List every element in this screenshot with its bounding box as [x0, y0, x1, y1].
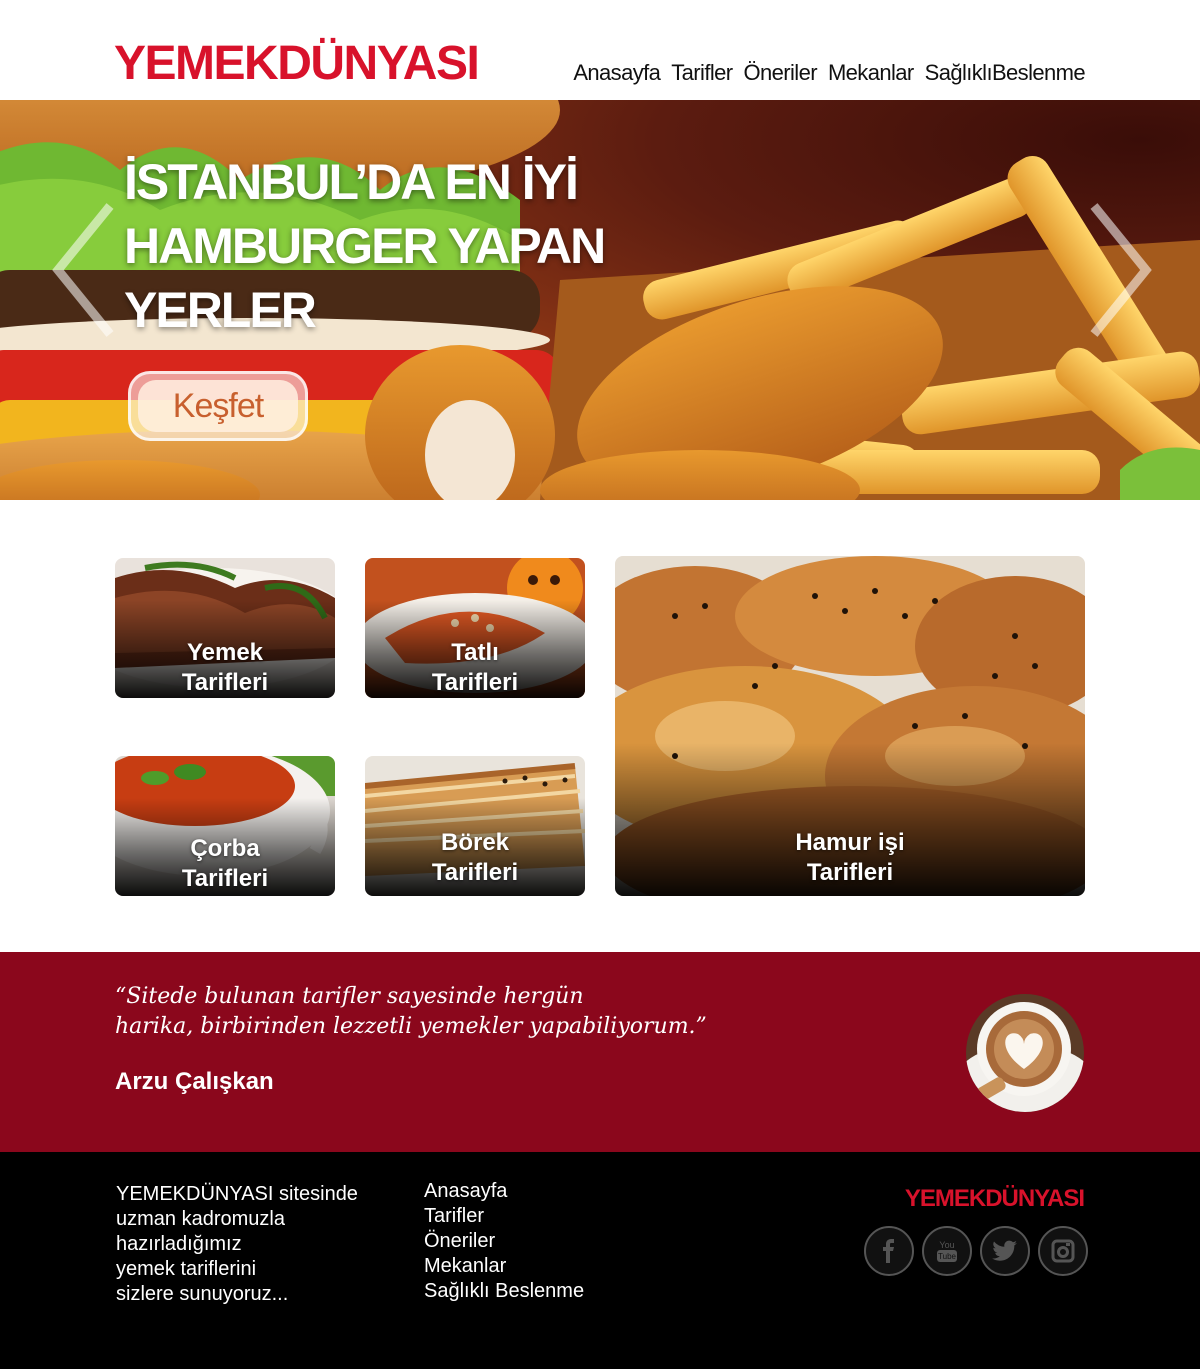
category-label-line2: Tarifleri [181, 865, 269, 892]
category-yemek-tarifleri[interactable]: Yemek Tarifleri [115, 558, 335, 698]
about-line: YEMEKDÜNYASI sitesinde [116, 1183, 358, 1205]
category-label-line1: Tatlı [451, 639, 499, 666]
category-label-line2: Tarifleri [806, 859, 894, 886]
hero-title: İSTANBUL’DA EN İYİ HAMBURGER YAPAN YERLE… [124, 150, 684, 342]
category-label-line1: Hamur işi [795, 829, 905, 856]
social-links: You Tube [864, 1226, 1088, 1276]
category-label: Börek Tarifleri [365, 828, 585, 888]
discover-button[interactable]: Keşfet [128, 371, 308, 441]
svg-text:Tube: Tube [938, 1252, 956, 1261]
svg-text:You: You [939, 1240, 954, 1250]
avatar [966, 994, 1084, 1112]
nav-anasayfa[interactable]: Anasayfa [573, 60, 661, 86]
about-line: sizlere sunuyoruz... [116, 1283, 289, 1305]
hero-title-line: YERLER [124, 282, 317, 338]
category-borek-tarifleri[interactable]: Börek Tarifleri [365, 756, 585, 896]
testimonial-section: “Sitede bulunan tarifler sayesinde hergü… [0, 952, 1200, 1152]
hero-title-line: İSTANBUL’DA EN İYİ [124, 154, 579, 210]
testimonial-quote: “Sitede bulunan tarifler sayesinde hergü… [115, 982, 707, 1042]
footer-logo[interactable]: YEMEKDÜNYASI [905, 1185, 1085, 1213]
chevron-left-icon[interactable] [48, 200, 118, 340]
category-hamur-isi-tarifleri[interactable]: Hamur işi Tarifleri [615, 556, 1085, 896]
category-label: Çorba Tarifleri [115, 834, 335, 894]
site-footer: YEMEKDÜNYASI sitesinde uzman kadromuzla … [0, 1152, 1200, 1369]
category-label-line1: Börek [440, 829, 510, 856]
footer-link-mekanlar[interactable]: Mekanlar [424, 1254, 584, 1279]
nav-oneriler[interactable]: Öneriler [743, 60, 817, 86]
site-logo[interactable]: YEMEKDÜNYASI [114, 36, 480, 92]
hero-title-line: HAMBURGER YAPAN [124, 218, 606, 274]
facebook-icon[interactable] [864, 1226, 914, 1276]
category-label: Tatlı Tarifleri [365, 638, 585, 698]
footer-link-oneriler[interactable]: Öneriler [424, 1229, 584, 1254]
category-label-line2: Tarifleri [181, 669, 269, 696]
category-tatli-tarifleri[interactable]: Tatlı Tarifleri [365, 558, 585, 698]
nav-saglikli-beslenme[interactable]: SağlıklıBeslenme [925, 60, 1086, 86]
nav-tarifler[interactable]: Tarifler [671, 60, 733, 86]
instagram-icon[interactable] [1038, 1226, 1088, 1276]
category-corba-tarifleri[interactable]: Çorba Tarifleri [115, 756, 335, 896]
nav-mekanlar[interactable]: Mekanlar [828, 60, 914, 86]
hero-slider: İSTANBUL’DA EN İYİ HAMBURGER YAPAN YERLE… [0, 100, 1200, 500]
footer-link-anasayfa[interactable]: Anasayfa [424, 1179, 584, 1204]
testimonial-author: Arzu Çalışkan [115, 1068, 274, 1095]
footer-about-text: YEMEKDÜNYASI sitesinde uzman kadromuzla … [116, 1182, 406, 1307]
category-label: Yemek Tarifleri [115, 638, 335, 698]
footer-links: Anasayfa Tarifler Öneriler Mekanlar Sağl… [424, 1179, 584, 1304]
quote-line: harika, birbirinden lezzetli yemekler ya… [115, 1014, 707, 1039]
category-label-line2: Tarifleri [431, 669, 519, 696]
twitter-icon[interactable] [980, 1226, 1030, 1276]
site-header: YEMEKDÜNYASI Anasayfa Tarifler Öneriler … [0, 0, 1200, 100]
category-label-line1: Çorba [190, 835, 260, 862]
category-label-line1: Yemek [186, 639, 264, 666]
about-line: yemek tariflerini [116, 1258, 257, 1280]
coffee-cup-image [966, 994, 1084, 1112]
category-label-line2: Tarifleri [431, 859, 519, 886]
category-label: Hamur işi Tarifleri [615, 828, 1085, 888]
main-nav: Anasayfa Tarifler Öneriler Mekanlar Sağl… [573, 60, 1085, 86]
quote-line: “Sitede bulunan tarifler sayesinde hergü… [115, 984, 584, 1009]
footer-link-saglikli-beslenme[interactable]: Sağlıklı Beslenme [424, 1279, 584, 1304]
youtube-icon[interactable]: You Tube [922, 1226, 972, 1276]
chevron-right-icon[interactable] [1086, 200, 1156, 340]
discover-button-label: Keşfet [138, 380, 298, 432]
about-line: uzman kadromuzla [116, 1208, 285, 1230]
footer-link-tarifler[interactable]: Tarifler [424, 1204, 584, 1229]
about-line: hazırladığımız [116, 1233, 242, 1255]
